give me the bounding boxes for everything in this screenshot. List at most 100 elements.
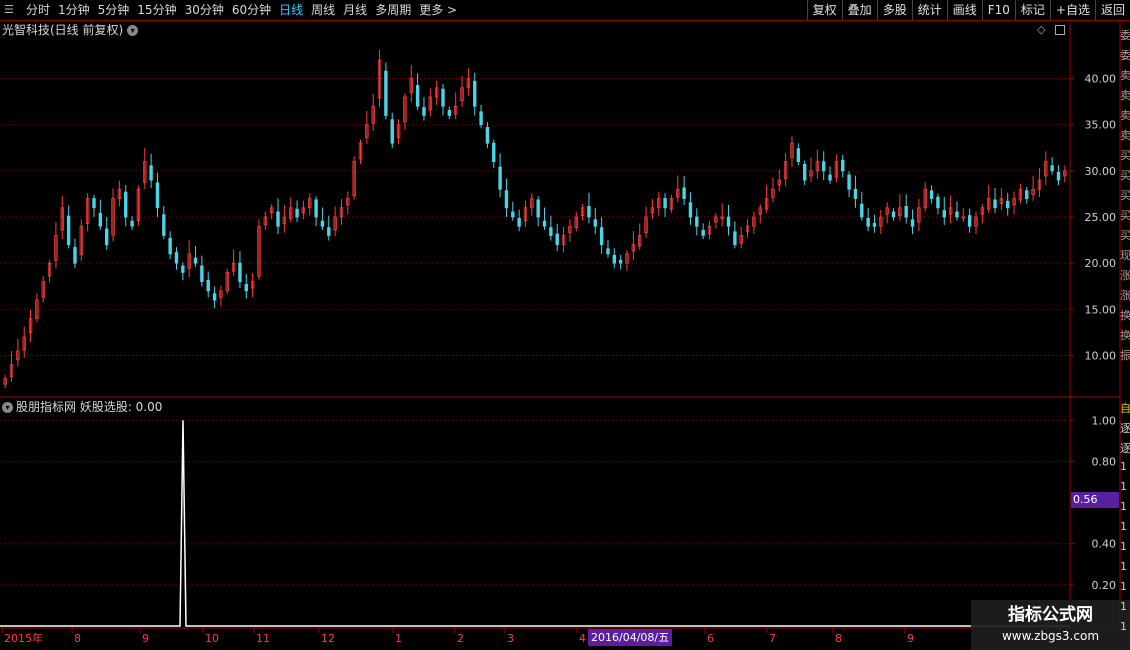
panel-toggle-icon[interactable] [1054, 25, 1065, 35]
candle-body [1012, 198, 1016, 206]
period-tab[interactable]: 60分钟 [228, 0, 275, 20]
candle-body [181, 265, 185, 273]
candle-body [942, 210, 946, 218]
candle-body [536, 199, 540, 218]
toolbar-button[interactable]: F10 [981, 0, 1015, 20]
candle-body [517, 217, 521, 227]
right-panel-label: 1 [1120, 560, 1127, 573]
candle-body [1031, 188, 1035, 195]
candle-body [104, 228, 109, 246]
candle-body [289, 207, 293, 219]
candle-body [504, 190, 509, 209]
indicator-tick-label: 1.00 [1092, 414, 1117, 427]
right-panel-label: 涨 [1120, 269, 1130, 282]
candle-body [1050, 165, 1054, 172]
toolbar-button[interactable]: 复权 [806, 0, 842, 20]
candle-body [790, 142, 794, 158]
indicator-dropdown-icon[interactable]: ▾ [2, 402, 13, 413]
price-tick-label: 25.00 [1085, 211, 1117, 224]
candle-body [879, 216, 883, 227]
candle-body [948, 207, 953, 215]
toolbar-button[interactable]: 返回 [1094, 0, 1130, 20]
menu-icon[interactable]: ☰ [0, 0, 22, 20]
candle-body [212, 293, 217, 301]
candle-body [936, 196, 940, 209]
candle-body [358, 142, 363, 160]
toolbar-button[interactable]: 多股 [876, 0, 912, 20]
candle-body [860, 203, 864, 218]
candle-body [422, 107, 426, 116]
candle-body [403, 96, 407, 123]
candle-body [1025, 190, 1029, 199]
period-tab[interactable]: 分时 [22, 0, 54, 20]
candle-body [904, 205, 908, 218]
candle-body [492, 142, 496, 163]
candle-body [231, 262, 236, 272]
candle-body [269, 207, 274, 214]
candle-body [986, 198, 991, 210]
right-panel-label: 1 [1120, 460, 1127, 473]
crosshair-date-tag: 2016/04/08/五 [588, 629, 673, 646]
candle-body [333, 216, 337, 231]
candle-body [54, 235, 58, 261]
candle-body [834, 161, 839, 178]
top-toolbar: ☰ 分时 1分钟 5分钟 15分钟 30分钟 60分钟 日线 周线 月线 多周期 更多 > 复权 叠加多… [0, 0, 1130, 21]
candle-body [473, 80, 477, 107]
diamond-icon[interactable]: ◇ [1037, 23, 1045, 36]
title-dropdown-icon[interactable]: ▾ [127, 25, 139, 36]
period-tab[interactable]: 日线 [275, 0, 307, 20]
candle-body [263, 216, 268, 226]
candle-body [200, 265, 204, 283]
candle-body [866, 217, 870, 227]
indicator-value-tag: 0.56 [1071, 492, 1119, 508]
candle-body [669, 198, 674, 210]
right-panel-label: 现 [1120, 249, 1130, 262]
candle-body [587, 205, 591, 218]
toolbar-button[interactable]: 标记 [1014, 0, 1050, 20]
x-tick-label: 7 [769, 632, 776, 645]
kline-chart[interactable]: 40.00 35.00 30.00 25.00 20.00 15.00 10.00 1.00 0… [0, 0, 1130, 650]
candle-body [238, 262, 242, 283]
right-panel-label: 1 [1120, 620, 1127, 633]
candle-body [676, 188, 680, 198]
period-tab[interactable]: 周线 [307, 0, 339, 20]
period-tab[interactable]: 多周期 [371, 0, 415, 20]
period-tab[interactable]: 更多 > [415, 0, 461, 20]
right-panel-label: 卖 [1120, 129, 1130, 142]
candle-body [225, 271, 229, 292]
candle-body [910, 219, 915, 227]
candle-body [955, 211, 959, 218]
candle-body [9, 364, 14, 377]
candle-body [618, 259, 623, 264]
period-tab[interactable]: 1分钟 [54, 0, 94, 20]
right-panel-label: 买 [1120, 189, 1130, 202]
period-tabs: ☰ 分时 1分钟 5分钟 15分钟 30分钟 60分钟 日线 周线 月线 多周期 更多 > [0, 0, 461, 20]
candle-body [688, 202, 693, 218]
toolbar-button[interactable]: 统计 [911, 0, 947, 20]
candle-body [79, 225, 84, 256]
period-tab[interactable]: 30分钟 [181, 0, 228, 20]
candle-body [428, 96, 433, 111]
price-tick-label: 15.00 [1085, 303, 1117, 316]
candle-body [162, 214, 166, 236]
candle-body [257, 225, 261, 277]
right-panel-label: 买 [1120, 209, 1130, 222]
candle-body [929, 190, 934, 199]
period-tab[interactable]: 15分钟 [133, 0, 180, 20]
right-panel-label: 买 [1120, 229, 1130, 242]
watermark-url: www.zbgs3.com [1001, 629, 1100, 643]
period-tab[interactable]: 月线 [339, 0, 371, 20]
toolbar-button[interactable]: 叠加 [841, 0, 877, 20]
right-panel-label: 自 [1120, 402, 1130, 415]
candle-body [66, 215, 71, 246]
candle-body [187, 253, 191, 269]
period-tab[interactable]: 5分钟 [94, 0, 134, 20]
candle-body [111, 198, 115, 236]
candle-body [695, 216, 699, 227]
candle-body [841, 159, 845, 172]
candle-body [555, 233, 559, 246]
toolbar-button[interactable]: +自选 [1049, 0, 1095, 20]
candle-body [828, 174, 832, 181]
toolbar-button[interactable]: 画线 [946, 0, 982, 20]
candle-body [701, 229, 705, 236]
